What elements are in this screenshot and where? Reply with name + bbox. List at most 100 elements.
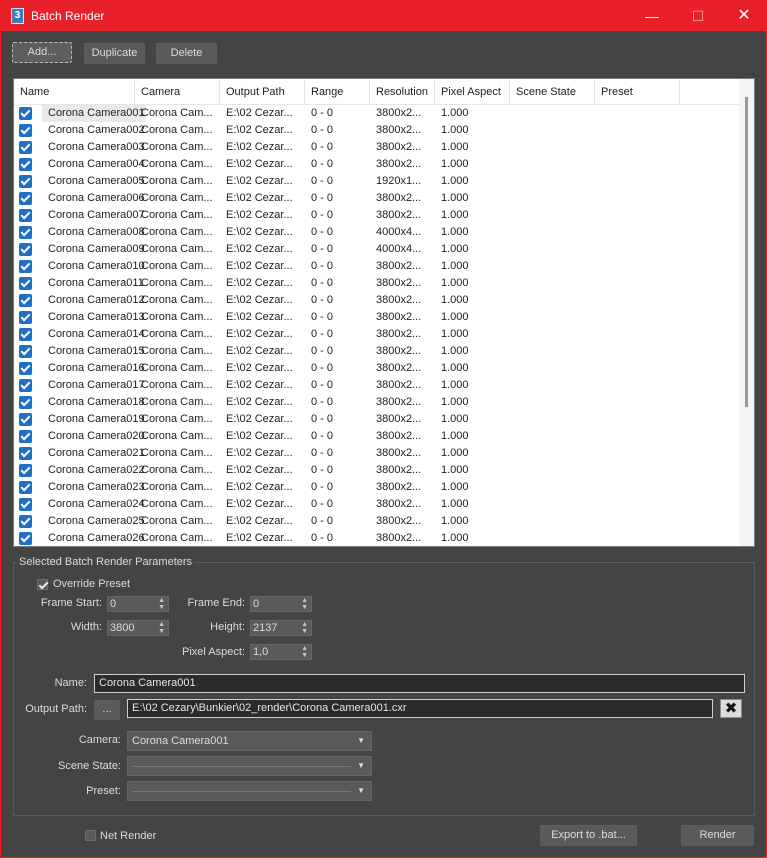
row-enabled-checkbox[interactable] (19, 464, 32, 477)
table-row[interactable]: Corona Camera020 Corona Cam... E:\02 Cezar… (14, 428, 740, 445)
table-row[interactable]: Corona Camera024 Corona Cam... E:\02 Cezar… (14, 496, 740, 513)
add-button[interactable]: Add... (12, 42, 72, 63)
spinner-arrows-icon[interactable]: ▲ ▼ (158, 621, 165, 635)
table-row[interactable]: Corona Camera021 Corona Cam... E:\02 Cezar… (14, 445, 740, 462)
table-row[interactable]: Corona Camera018 Corona Cam... E:\02 Cezar… (14, 394, 740, 411)
table-row[interactable]: Corona Camera006 Corona Cam... E:\02 Cezar… (14, 190, 740, 207)
table-row[interactable]: Corona Camera017 Corona Cam... E:\02 Cezar… (14, 377, 740, 394)
row-enabled-checkbox[interactable] (19, 396, 32, 409)
table-row[interactable]: Corona Camera013 Corona Cam... E:\02 Cezar… (14, 309, 740, 326)
chevron-down-icon[interactable]: ▼ (357, 757, 365, 775)
camera-dropdown[interactable]: Corona Camera001 ▼ (127, 731, 372, 751)
table-row[interactable]: Corona Camera014 Corona Cam... E:\02 Cezar… (14, 326, 740, 343)
height-spinner[interactable]: 2137 ▲ ▼ (250, 620, 312, 636)
row-enabled-checkbox[interactable] (19, 141, 32, 154)
row-enabled-checkbox[interactable] (19, 294, 32, 307)
clear-output-path-icon[interactable]: ✖ (720, 699, 742, 718)
spinner-arrows-icon[interactable]: ▲ ▼ (301, 645, 308, 659)
row-enabled-checkbox[interactable] (19, 209, 32, 222)
column-header-pixel-aspect[interactable]: Pixel Aspect (435, 79, 510, 105)
table-row[interactable]: Corona Camera012 Corona Cam... E:\02 Cezar… (14, 292, 740, 309)
override-preset-checkbox[interactable] (37, 579, 48, 590)
width-spinner[interactable]: 3800 ▲ ▼ (107, 620, 169, 636)
title-bar: 3 Batch Render — ☐ ✕ (1, 1, 766, 31)
row-enabled-checkbox[interactable] (19, 498, 32, 511)
row-enabled-checkbox[interactable] (19, 192, 32, 205)
net-render-checkbox[interactable] (85, 830, 96, 841)
browse-output-button[interactable]: ... (94, 700, 120, 720)
column-header-range[interactable]: Range (305, 79, 370, 105)
output-path-field[interactable]: E:\02 Cezary\Bunkier\02_render\Corona Ca… (127, 699, 713, 718)
table-row[interactable]: Corona Camera025 Corona Cam... E:\02 Cezar… (14, 513, 740, 530)
frame-start-spinner[interactable]: 0 ▲ ▼ (107, 596, 169, 612)
row-enabled-checkbox[interactable] (19, 430, 32, 443)
row-enabled-checkbox[interactable] (19, 124, 32, 137)
column-header-preset[interactable]: Preset (595, 79, 680, 105)
delete-button[interactable]: Delete (156, 43, 217, 64)
table-row[interactable]: Corona Camera023 Corona Cam... E:\02 Cezar… (14, 479, 740, 496)
batch-list[interactable]: Name Camera Output Path Range Resolution… (13, 78, 755, 547)
export-bat-button[interactable]: Export to .bat... (540, 825, 637, 846)
spinner-arrows-icon[interactable]: ▲ ▼ (301, 621, 308, 635)
cell-resolution: 3800x2... (376, 447, 422, 459)
row-enabled-checkbox[interactable] (19, 481, 32, 494)
spinner-arrows-icon[interactable]: ▲ ▼ (301, 597, 308, 611)
column-header-resolution[interactable]: Resolution (370, 79, 435, 105)
table-row[interactable]: Corona Camera011 Corona Cam... E:\02 Cezar… (14, 275, 740, 292)
minimize-icon[interactable]: — (629, 1, 675, 31)
column-header-scene-state[interactable]: Scene State (510, 79, 595, 105)
spinner-arrows-icon[interactable]: ▲ ▼ (158, 597, 165, 611)
duplicate-button[interactable]: Duplicate (84, 43, 145, 64)
row-enabled-checkbox[interactable] (19, 362, 32, 375)
table-row[interactable]: Corona Camera009 Corona Cam... E:\02 Cezar… (14, 241, 740, 258)
cell-output-path: E:\02 Cezar... (226, 481, 293, 493)
frame-end-spinner[interactable]: 0 ▲ ▼ (250, 596, 312, 612)
row-enabled-checkbox[interactable] (19, 532, 32, 545)
row-enabled-checkbox[interactable] (19, 260, 32, 273)
row-enabled-checkbox[interactable] (19, 447, 32, 460)
pixel-aspect-spinner[interactable]: 1,0 ▲ ▼ (250, 644, 312, 660)
table-row[interactable]: Corona Camera026 Corona Cam... E:\02 Cezar… (14, 530, 740, 546)
maximize-icon[interactable]: ☐ (675, 1, 721, 31)
table-row[interactable]: Corona Camera019 Corona Cam... E:\02 Cezar… (14, 411, 740, 428)
list-scrollbar[interactable] (739, 79, 754, 546)
column-header-name[interactable]: Name (14, 79, 135, 105)
table-row[interactable]: Corona Camera022 Corona Cam... E:\02 Cezar… (14, 462, 740, 479)
scene-state-dropdown[interactable]: ▼ (127, 756, 372, 776)
cell-resolution: 3800x2... (376, 379, 422, 391)
row-enabled-checkbox[interactable] (19, 226, 32, 239)
row-enabled-checkbox[interactable] (19, 243, 32, 256)
cell-resolution: 3800x2... (376, 430, 422, 442)
row-enabled-checkbox[interactable] (19, 328, 32, 341)
render-button[interactable]: Render (681, 825, 754, 846)
table-row[interactable]: Corona Camera010 Corona Cam... E:\02 Cezar… (14, 258, 740, 275)
cell-pixel-aspect: 1.000 (441, 141, 469, 153)
table-row[interactable]: Corona Camera001 Corona Cam... E:\02 Cezar… (14, 105, 740, 122)
row-enabled-checkbox[interactable] (19, 515, 32, 528)
scrollbar-thumb[interactable] (745, 97, 748, 407)
row-enabled-checkbox[interactable] (19, 413, 32, 426)
row-enabled-checkbox[interactable] (19, 107, 32, 120)
column-header-camera[interactable]: Camera (135, 79, 220, 105)
preset-dropdown[interactable]: ▼ (127, 781, 372, 801)
row-enabled-checkbox[interactable] (19, 345, 32, 358)
chevron-down-icon[interactable]: ▼ (357, 732, 365, 750)
chevron-down-icon[interactable]: ▼ (357, 782, 365, 800)
cell-range: 0 - 0 (311, 498, 334, 510)
row-enabled-checkbox[interactable] (19, 175, 32, 188)
row-enabled-checkbox[interactable] (19, 311, 32, 324)
row-enabled-checkbox[interactable] (19, 379, 32, 392)
column-header-output-path[interactable]: Output Path (220, 79, 305, 105)
table-row[interactable]: Corona Camera016 Corona Cam... E:\02 Cezar… (14, 360, 740, 377)
table-row[interactable]: Corona Camera007 Corona Cam... E:\02 Cezar… (14, 207, 740, 224)
row-enabled-checkbox[interactable] (19, 277, 32, 290)
table-row[interactable]: Corona Camera005 Corona Cam... E:\02 Cezar… (14, 173, 740, 190)
table-row[interactable]: Corona Camera002 Corona Cam... E:\02 Cezar… (14, 122, 740, 139)
table-row[interactable]: Corona Camera003 Corona Cam... E:\02 Cezar… (14, 139, 740, 156)
name-field[interactable]: Corona Camera001 (94, 674, 745, 693)
close-icon[interactable]: ✕ (721, 1, 767, 31)
table-row[interactable]: Corona Camera008 Corona Cam... E:\02 Cezar… (14, 224, 740, 241)
table-row[interactable]: Corona Camera015 Corona Cam... E:\02 Cezar… (14, 343, 740, 360)
table-row[interactable]: Corona Camera004 Corona Cam... E:\02 Cezar… (14, 156, 740, 173)
row-enabled-checkbox[interactable] (19, 158, 32, 171)
